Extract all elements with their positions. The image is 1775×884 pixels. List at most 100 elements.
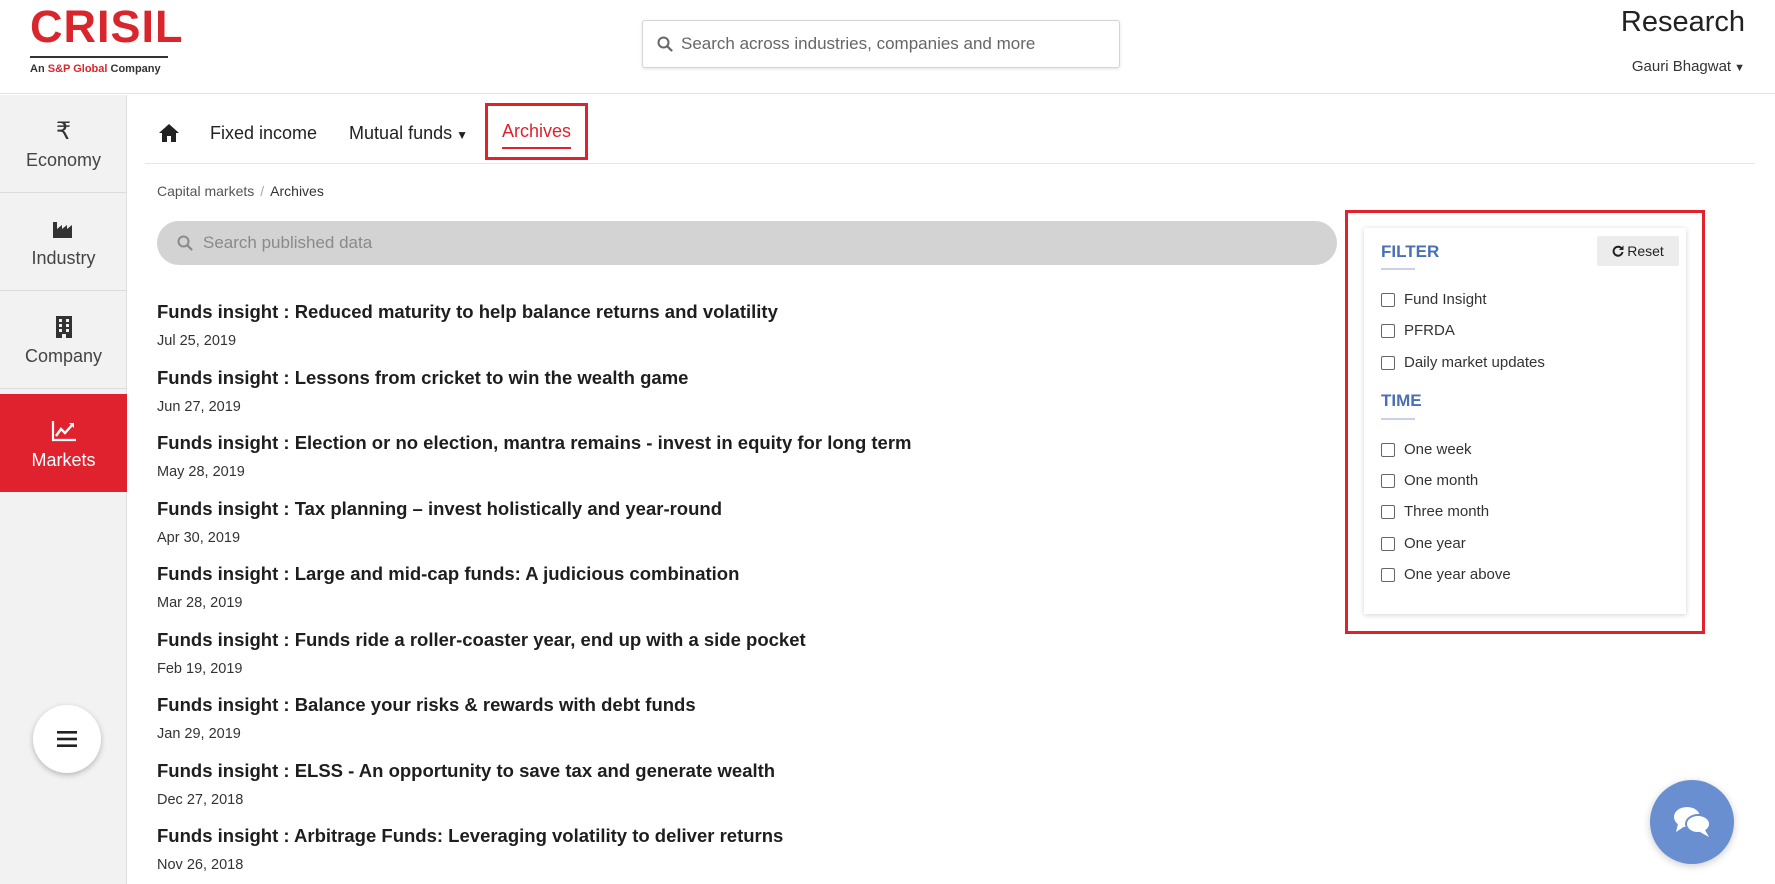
checkbox[interactable] (1381, 355, 1395, 370)
reset-label: Reset (1627, 243, 1664, 259)
rupee-icon: ₹ (55, 117, 72, 145)
list-item: Funds insight : Large and mid-cap funds:… (157, 562, 1307, 628)
tabs-divider (145, 163, 1755, 164)
left-sidebar: ₹ Economy Industry Company Markets (0, 95, 127, 884)
caret-down-icon: ▼ (1734, 62, 1745, 74)
article-date: Mar 28, 2019 (157, 595, 243, 611)
filter-heading: FILTER (1381, 242, 1440, 261)
reset-button[interactable]: Reset (1597, 236, 1679, 266)
crisil-logo[interactable]: CRISIL An S&P Global Company (30, 1, 184, 75)
article-date: May 28, 2019 (157, 464, 245, 480)
filter-option-three-month[interactable]: Three month (1381, 503, 1489, 520)
article-title-link[interactable]: Funds insight : Balance your risks & rew… (157, 693, 1307, 717)
list-item: Funds insight : Reduced maturity to help… (157, 300, 1307, 366)
sidebar-item-company[interactable]: Company (0, 291, 127, 389)
line-chart-icon (51, 416, 77, 446)
checkbox[interactable] (1381, 292, 1395, 307)
filter-option-label: One week (1404, 441, 1472, 458)
tab-fixed-income[interactable]: Fixed income (210, 123, 317, 144)
article-date: Jun 27, 2019 (157, 398, 241, 415)
article-list: Funds insight : Reduced maturity to help… (157, 300, 1307, 884)
filter-option-one-year[interactable]: One year (1381, 535, 1466, 552)
checkbox[interactable] (1381, 323, 1395, 338)
checkbox[interactable] (1381, 504, 1395, 519)
hamburger-menu-icon (57, 731, 77, 747)
tab-archives[interactable]: Archives (485, 103, 588, 160)
article-date: Apr 30, 2019 (157, 529, 241, 546)
filter-option-one-week[interactable]: One week (1381, 441, 1472, 458)
global-search-box[interactable] (642, 20, 1120, 68)
logo-wordmark: CRISIL (30, 1, 184, 52)
published-data-search[interactable] (157, 221, 1337, 265)
filter-option-one-month[interactable]: One month (1381, 472, 1478, 489)
breadcrumb-separator: / (260, 183, 265, 199)
search-icon (657, 36, 673, 52)
logo-tagline-brand: S&P Global (47, 63, 108, 75)
article-date: Jul 25, 2019 (157, 333, 237, 349)
article-title-link[interactable]: Funds insight : Large and mid-cap funds:… (157, 562, 1307, 586)
article-title-link[interactable]: Funds insight : Tax planning – invest ho… (157, 497, 1307, 521)
list-item: Funds insight : Election or no election,… (157, 431, 1307, 497)
chat-bubbles-icon (1674, 807, 1711, 837)
industry-icon (52, 214, 76, 244)
logo-tagline-suffix: Company (107, 63, 161, 75)
sidebar-item-markets[interactable]: Markets (0, 394, 127, 492)
sidebar-menu-button[interactable] (33, 705, 101, 773)
tab-mutual-funds[interactable]: Mutual funds ▼ (349, 123, 468, 144)
sidebar-item-label: Industry (31, 248, 96, 268)
article-title-link[interactable]: Funds insight : Funds ride a roller-coas… (157, 628, 1307, 652)
checkbox[interactable] (1381, 536, 1395, 551)
checkbox[interactable] (1381, 473, 1395, 488)
filter-panel: FILTER Reset Fund Insight PFRDA Daily ma… (1364, 228, 1686, 614)
breadcrumb-item-capital-markets[interactable]: Capital markets (157, 183, 254, 199)
sidebar-item-label: Company (24, 346, 103, 366)
filter-option-one-year-above[interactable]: One year above (1381, 566, 1511, 583)
building-icon (55, 312, 73, 342)
search-icon (177, 235, 193, 251)
sidebar-item-economy[interactable]: ₹ Economy (0, 95, 127, 193)
user-menu[interactable]: Gauri Bhagwat ▼ (1632, 58, 1745, 75)
filter-option-fund-insight[interactable]: Fund Insight (1381, 291, 1487, 308)
filter-option-daily-market-updates[interactable]: Daily market updates (1381, 354, 1545, 371)
logo-tagline-prefix: An (30, 63, 48, 75)
published-data-search-input[interactable] (203, 233, 1303, 253)
sidebar-item-label: Economy (25, 150, 102, 170)
article-title-link[interactable]: Funds insight : Lessons from cricket to … (157, 366, 1307, 390)
filter-option-label: One year above (1404, 566, 1511, 583)
sidebar-item-label: Markets (31, 449, 96, 470)
breadcrumb-item-archives: Archives (270, 183, 324, 199)
checkbox[interactable] (1381, 442, 1395, 457)
filter-option-pfrda[interactable]: PFRDA (1381, 322, 1455, 339)
article-date: Nov 26, 2018 (157, 857, 244, 873)
chat-button[interactable] (1650, 780, 1734, 864)
list-item: Funds insight : Funds ride a roller-coas… (157, 628, 1307, 694)
article-date: Dec 27, 2018 (157, 791, 244, 808)
filter-option-label: One year (1404, 535, 1466, 552)
user-name: Gauri Bhagwat (1631, 58, 1732, 75)
article-title-link[interactable]: Funds insight : Election or no election,… (157, 431, 1307, 455)
filter-option-label: Daily market updates (1404, 354, 1545, 371)
section-tabs: Fixed income Mutual funds ▼ (158, 103, 500, 163)
list-item: Funds insight : Lessons from cricket to … (157, 366, 1307, 432)
list-item: Funds insight : ELSS - An opportunity to… (157, 759, 1307, 825)
global-search-input[interactable] (681, 34, 1101, 54)
caret-down-icon: ▼ (456, 127, 468, 142)
section-title: Research (1620, 6, 1745, 38)
checkbox[interactable] (1381, 567, 1395, 582)
home-icon[interactable] (158, 123, 180, 143)
filter-option-label: One month (1404, 472, 1479, 489)
time-heading: TIME (1381, 391, 1422, 410)
article-title-link[interactable]: Funds insight : Reduced maturity to help… (157, 300, 1307, 324)
list-item: Funds insight : Balance your risks & rew… (157, 693, 1307, 759)
tab-label: Archives (501, 121, 572, 141)
article-title-link[interactable]: Funds insight : Arbitrage Funds: Leverag… (157, 824, 1307, 848)
filter-option-label: Fund Insight (1404, 291, 1487, 308)
filter-heading-underline (1381, 268, 1415, 270)
logo-tagline: An S&P Global Company (30, 63, 175, 75)
logo-divider (30, 56, 168, 58)
top-header: CRISIL An S&P Global Company Research Ga… (0, 0, 1775, 94)
breadcrumb: Capital markets / Archives (157, 183, 324, 199)
refresh-icon (1612, 245, 1624, 257)
sidebar-item-industry[interactable]: Industry (0, 193, 127, 291)
article-title-link[interactable]: Funds insight : ELSS - An opportunity to… (157, 759, 1307, 783)
